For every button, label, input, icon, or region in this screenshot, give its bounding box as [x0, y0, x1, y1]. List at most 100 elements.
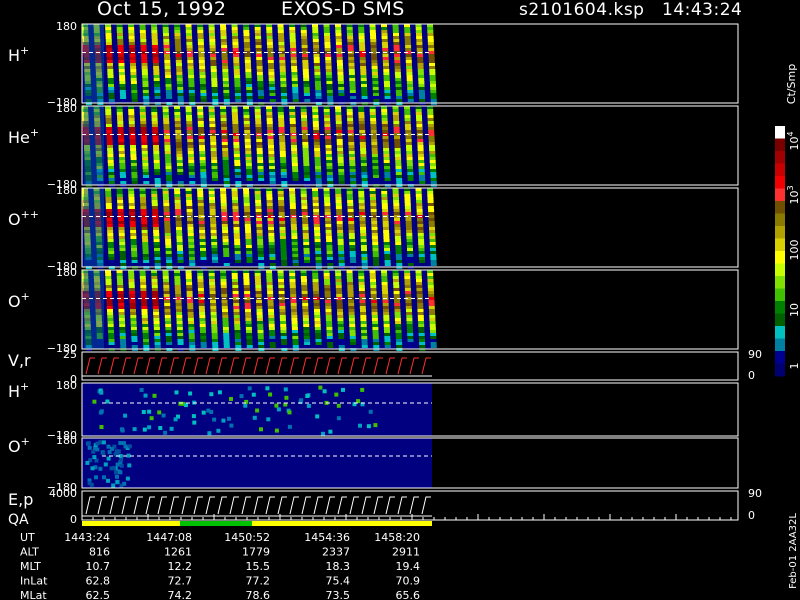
spectrogram-cell: [118, 57, 125, 60]
spectrogram-cell: [289, 279, 296, 282]
spectrogram-cell: [108, 251, 115, 254]
spectrogram-cell: [336, 54, 343, 57]
spectrogram-cell: [383, 309, 389, 312]
spectrogram-cell: [232, 279, 238, 282]
spectrogram-cell: [143, 260, 150, 263]
spectrogram-cell: [165, 327, 172, 330]
spectrogram-cell: [187, 306, 194, 309]
spectrogram-cell: [143, 393, 148, 398]
colorbar-unit: Ct/Smp: [785, 64, 798, 104]
spectrogram-cell: [118, 151, 125, 154]
spectrogram-cell: [289, 200, 296, 203]
spectrogram-cell: [280, 78, 287, 81]
spectrogram-cell: [234, 75, 241, 78]
spectrogram-cell: [118, 218, 124, 221]
spectrogram-cell: [255, 197, 261, 200]
spectrogram-cell: [373, 99, 380, 102]
spectrogram-cell: [197, 285, 204, 288]
spectrogram-cell: [268, 148, 275, 151]
spectrogram-cell: [394, 136, 400, 139]
colorbar-swatch: [775, 238, 785, 252]
spectrogram-cell: [381, 203, 388, 206]
spectrogram-cell: [395, 172, 402, 175]
spectrogram-cell: [187, 227, 194, 230]
spectrogram-cell: [418, 81, 425, 84]
spectrogram-cell: [232, 118, 239, 121]
spectrogram-cell: [220, 27, 227, 30]
spectrogram-cell: [302, 312, 309, 315]
spectrogram-cell: [406, 75, 413, 78]
spectrogram-cell: [290, 212, 297, 215]
spectrogram-cell: [129, 142, 136, 145]
spectrogram-cell: [140, 197, 146, 200]
spectrogram-cell: [246, 87, 253, 90]
spectrogram-cell: [373, 257, 379, 260]
spectrogram-cell: [371, 60, 378, 63]
spectrogram-cell: [278, 42, 285, 45]
spectrogram-cell: [188, 321, 195, 324]
spectrogram-cell: [300, 27, 307, 30]
spectrogram-cell: [280, 324, 287, 327]
spectrogram-cell: [278, 209, 285, 212]
spectrogram-cell: [163, 48, 170, 51]
spectrogram-cell: [430, 248, 436, 251]
spectrogram-cell: [163, 36, 170, 39]
spectrogram-cell: [165, 245, 172, 248]
spectrogram-cell: [210, 224, 217, 227]
orbit-value: 10.7: [86, 560, 111, 573]
spectrogram-cell: [313, 291, 320, 294]
spectrogram-cell: [187, 224, 194, 227]
spectrogram-cell: [200, 345, 207, 348]
spectrogram-cell: [185, 191, 192, 194]
spectrogram-cell: [139, 194, 146, 197]
spectrogram-cell: [221, 136, 228, 139]
spectrogram-cell: [417, 66, 424, 69]
spectrogram-cell: [325, 233, 332, 236]
spectrogram-cell: [303, 160, 310, 163]
spectrogram-cell: [164, 230, 171, 233]
spectrogram-cell: [187, 300, 193, 303]
spectrogram-cell: [210, 69, 217, 72]
spectrogram-cell: [277, 276, 284, 279]
spectrogram-cell: [406, 236, 413, 239]
spectrogram-cell: [246, 169, 253, 172]
spectrogram-cell: [199, 318, 206, 321]
orbit-value: 62.5: [86, 589, 111, 600]
spectrogram-cell: [220, 288, 227, 291]
spectrogram-cell: [314, 151, 321, 154]
spectrogram-cell: [153, 236, 160, 239]
spectrogram-cell: [116, 276, 123, 279]
spectrogram-cell: [370, 197, 376, 200]
spectrogram-cell: [359, 57, 366, 60]
spectrogram-cell: [166, 99, 173, 102]
spectrogram-cell: [407, 166, 413, 169]
spectrogram-cell: [245, 148, 252, 151]
spectrogram-cell: [197, 118, 204, 121]
spectrogram-cell: [326, 87, 333, 90]
spectrogram-cell: [154, 90, 161, 93]
spectrogram-cell: [165, 166, 172, 169]
spectrogram-cell: [254, 273, 261, 276]
spectrogram-cell: [174, 200, 181, 203]
spectrogram-cell: [427, 124, 434, 127]
spectrogram-cell: [198, 294, 205, 297]
spectrogram-cell: [140, 33, 146, 36]
spectrogram-cell: [221, 139, 228, 142]
spectrogram-cell: [245, 242, 252, 245]
spectrogram-cell: [278, 294, 285, 297]
spectrogram-cell: [347, 45, 354, 48]
spectrogram-cell: [416, 124, 423, 127]
spectrogram-cell: [211, 157, 218, 160]
spectrogram-cell: [255, 39, 262, 42]
spectrogram-cell: [404, 33, 411, 36]
spectrogram-cell: [371, 236, 378, 239]
spectrogram-cell: [303, 251, 310, 254]
spectrogram-cell: [336, 221, 343, 224]
spectrogram-cell: [418, 172, 425, 175]
spectrogram-cell: [188, 391, 193, 396]
panel-label-text: O: [8, 210, 21, 229]
spectrogram-cell: [337, 239, 344, 242]
spectrogram-cell: [234, 157, 241, 160]
spectrogram-cell: [220, 197, 227, 200]
spectrogram-cell: [243, 124, 250, 127]
